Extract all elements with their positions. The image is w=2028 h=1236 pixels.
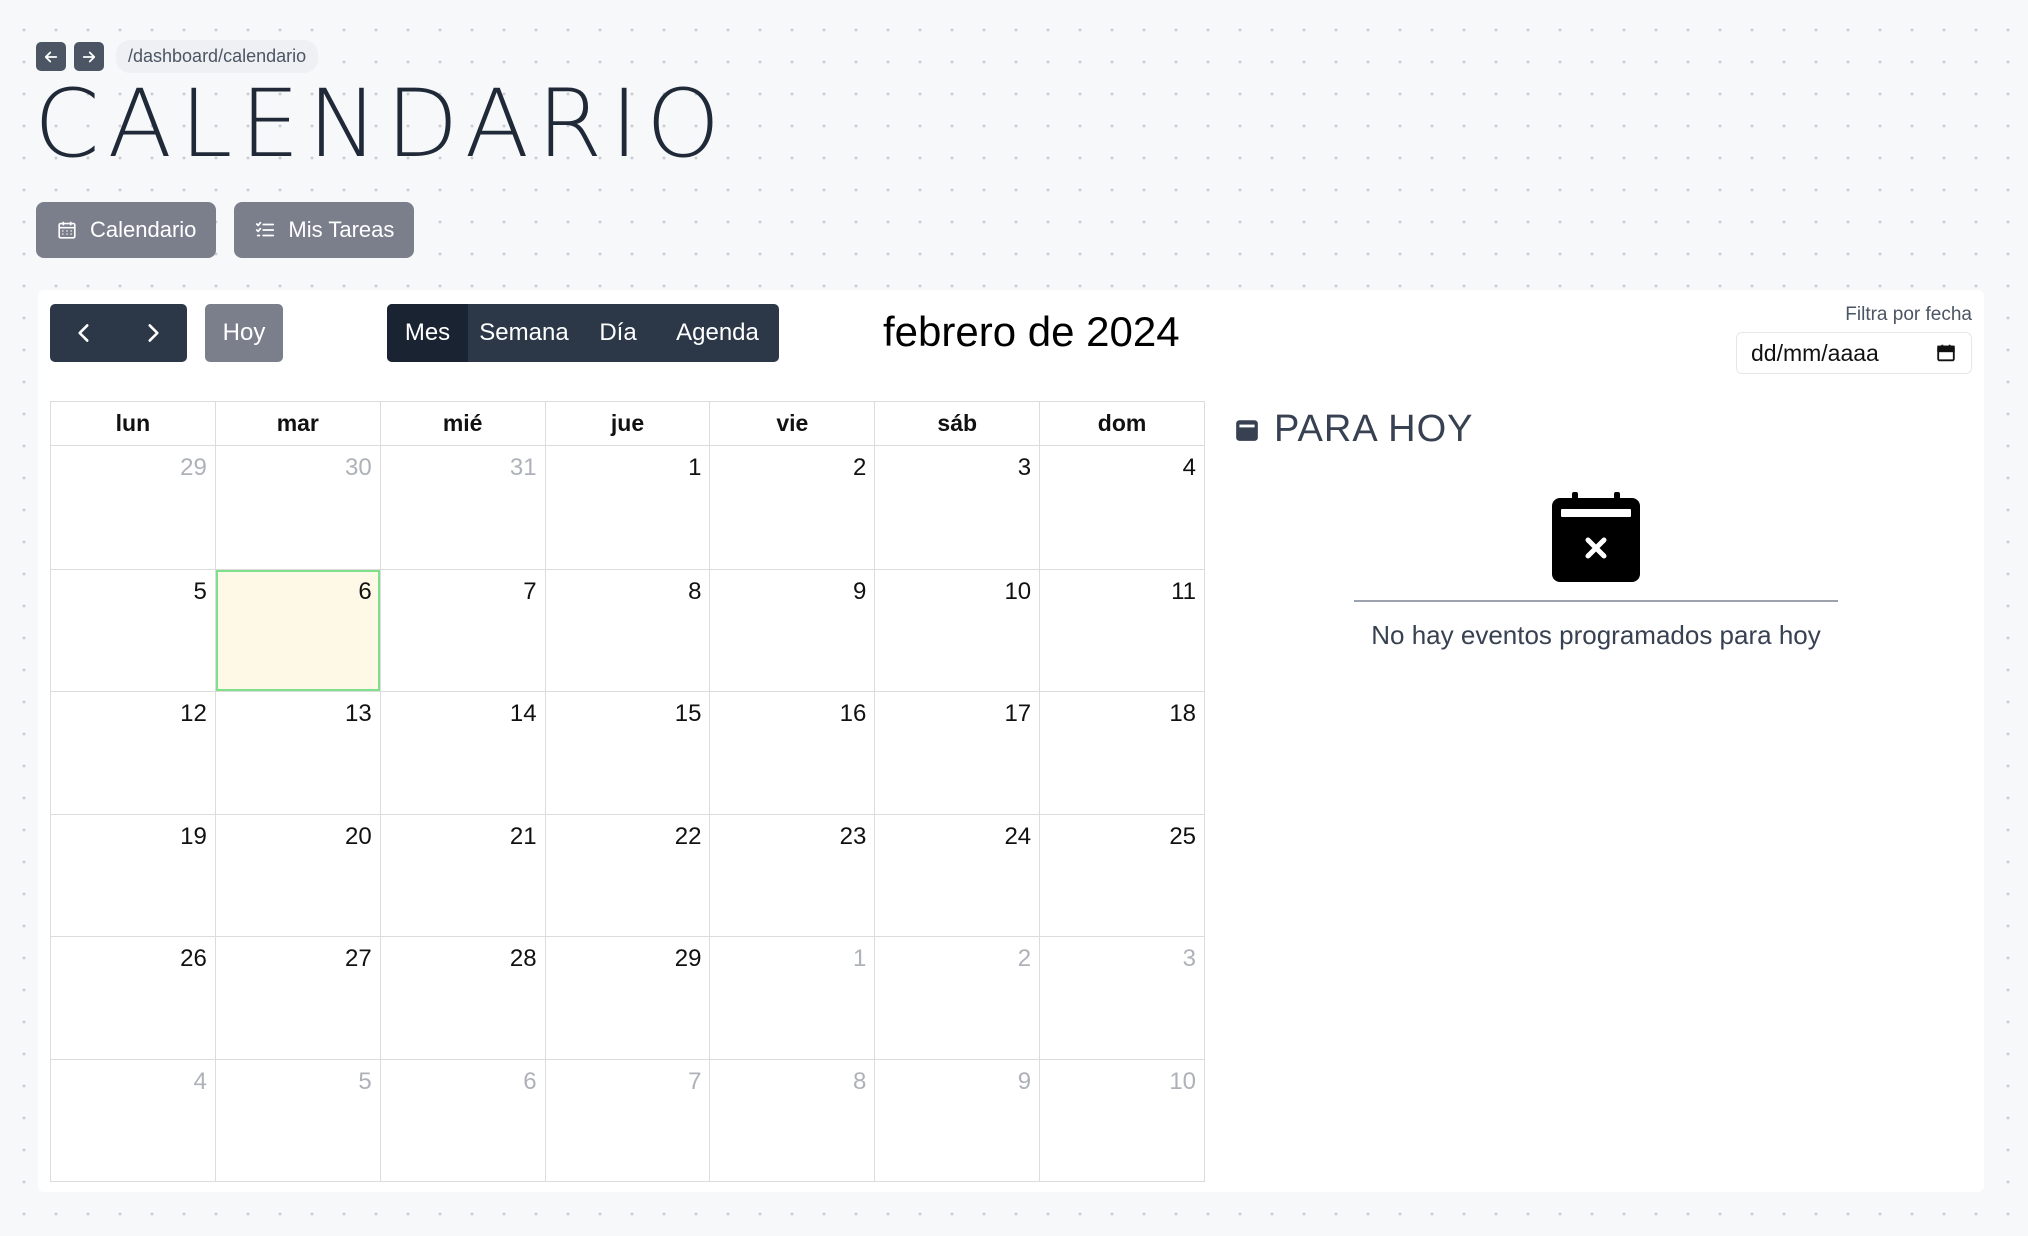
calendar-day-cell[interactable]: 3: [874, 446, 1039, 569]
tasks-tab-label: Mis Tareas: [288, 217, 395, 242]
date-filter-input[interactable]: dd/mm/aaaa: [1736, 332, 1972, 374]
calendar-day-cell[interactable]: 5: [51, 570, 215, 692]
calendar-day-cell[interactable]: 12: [51, 692, 215, 814]
view-week-button[interactable]: Semana: [468, 304, 580, 362]
weekday-label: sáb: [874, 402, 1039, 445]
calendar-day-cell[interactable]: 16: [709, 692, 874, 814]
calendar-day-cell-today[interactable]: 6: [214, 569, 380, 691]
calendar-day-cell[interactable]: 4: [1039, 446, 1204, 569]
calendar-tab-label: Calendario: [90, 217, 197, 242]
calendar-day-cell[interactable]: 27: [214, 937, 380, 1059]
calendar-day-cell[interactable]: 13: [214, 692, 380, 814]
breadcrumb: /dashboard/calendario: [116, 40, 319, 73]
date-filter: Filtra por fecha dd/mm/aaaa: [1736, 304, 1972, 374]
calendar-day-cell[interactable]: 17: [874, 692, 1039, 814]
tasks-tab-button[interactable]: Mis Tareas: [234, 202, 415, 258]
previous-month-button[interactable]: [50, 304, 119, 362]
calendar-day-cell[interactable]: 2: [874, 937, 1039, 1059]
calendar-week-row: 29 30 31 1 2 3 4: [51, 446, 1204, 569]
calendar-picker-icon[interactable]: [1935, 342, 1957, 364]
calendar-small-icon: [1236, 419, 1258, 441]
weekday-header: lun mar mié jue vie sáb dom: [51, 402, 1204, 446]
arrow-right-icon: [82, 51, 96, 62]
today-events-panel: PARA HOY No hay eventos programados para…: [1234, 408, 1838, 650]
calendar-day-cell[interactable]: 10: [1039, 1059, 1204, 1181]
checklist-icon: [256, 221, 275, 237]
calendar-day-cell[interactable]: 5: [214, 1059, 380, 1181]
calendar-day-cell[interactable]: 4: [51, 1060, 215, 1182]
calendar-week-row: 5 6 7 8 9 10 11: [51, 568, 1204, 692]
calendar-day-cell[interactable]: 19: [51, 815, 215, 937]
today-events-title: PARA HOY: [1234, 408, 1754, 451]
calendar-day-cell[interactable]: 23: [709, 814, 874, 936]
next-month-button[interactable]: [119, 304, 188, 362]
calendar-day-cell[interactable]: 20: [214, 814, 380, 936]
weekday-label: dom: [1039, 402, 1204, 445]
calendar-day-cell[interactable]: 7: [379, 569, 545, 691]
view-switcher: Mes Semana Día Agenda: [387, 304, 779, 362]
date-filter-placeholder: dd/mm/aaaa: [1751, 339, 1879, 366]
arrow-left-icon: [44, 51, 58, 62]
calendar-icon: [58, 221, 76, 239]
calendar-week-row: 19 20 21 22 23 24 25: [51, 813, 1204, 937]
calendar-day-cell[interactable]: 15: [544, 692, 710, 814]
calendar-tab-button[interactable]: Calendario: [36, 202, 217, 258]
calendar-day-cell[interactable]: 6: [379, 1059, 545, 1181]
calendar-day-cell[interactable]: 8: [544, 569, 710, 691]
weekday-label: mié: [379, 402, 545, 445]
calendar-day-cell[interactable]: 24: [874, 814, 1039, 936]
calendar-day-cell[interactable]: 9: [874, 1059, 1039, 1181]
month-navigation: [50, 304, 187, 362]
calendar-day-cell[interactable]: 14: [379, 692, 545, 814]
month-label: febrero de 2024: [883, 308, 1180, 355]
month-grid: lun mar mié jue vie sáb dom 29 30 31 1 2 3 4 5 6…: [50, 401, 1205, 1182]
calendar-day-cell[interactable]: 9: [709, 569, 874, 691]
calendar-week-row: 12 13 14 15 16 17 18: [51, 691, 1204, 814]
calendar-day-cell[interactable]: 2: [709, 446, 874, 569]
calendar-day-cell[interactable]: 11: [1039, 569, 1204, 691]
calendar-week-row: 4 5 6 7 8 9 10: [51, 1058, 1204, 1182]
today-events-title-text: PARA HOY: [1274, 408, 1474, 450]
view-day-button[interactable]: Día: [580, 304, 656, 362]
calendar-day-cell[interactable]: 8: [709, 1059, 874, 1181]
weekday-label: mar: [214, 402, 380, 445]
today-button[interactable]: Hoy: [205, 304, 283, 362]
calendar-x-icon: [1552, 492, 1640, 582]
page-tabs: Calendario Mis Tareas: [36, 202, 415, 258]
weekday-label: vie: [709, 402, 874, 445]
calendar-day-cell[interactable]: 29: [51, 446, 215, 569]
calendar-card: Hoy Mes Semana Día Agenda febrero de 202…: [38, 290, 1984, 1192]
calendar-day-cell[interactable]: 31: [379, 446, 545, 569]
view-agenda-button[interactable]: Agenda: [656, 304, 779, 362]
chevron-right-icon: [148, 324, 159, 342]
weekday-label: lun: [115, 410, 151, 436]
calendar-day-cell[interactable]: 3: [1039, 937, 1204, 1059]
divider: [1354, 600, 1838, 602]
calendar-day-cell[interactable]: 1: [709, 937, 874, 1059]
calendar-day-cell[interactable]: 1: [544, 446, 710, 569]
calendar-day-cell[interactable]: 7: [544, 1059, 710, 1181]
calendar-day-cell[interactable]: 18: [1039, 692, 1204, 814]
calendar-day-cell[interactable]: 10: [874, 569, 1039, 691]
forward-button[interactable]: [74, 42, 104, 71]
calendar-day-cell[interactable]: 26: [51, 937, 215, 1059]
top-nav: /dashboard/calendario: [36, 40, 319, 73]
calendar-day-cell[interactable]: 29: [544, 937, 710, 1059]
calendar-day-cell[interactable]: 21: [379, 814, 545, 936]
empty-state-message: No hay eventos programados para hoy: [1371, 620, 1821, 650]
calendar-day-cell[interactable]: 30: [214, 446, 380, 569]
calendar-week-row: 26 27 28 29 1 2 3: [51, 936, 1204, 1059]
page-title: CALENDARIO: [34, 70, 729, 179]
calendar-toolbar: Hoy Mes Semana Día Agenda febrero de 202…: [50, 304, 1250, 362]
calendar-day-cell[interactable]: 28: [379, 937, 545, 1059]
chevron-left-icon: [78, 324, 89, 342]
calendar-day-cell[interactable]: 22: [544, 814, 710, 936]
calendar-day-cell[interactable]: 25: [1039, 814, 1204, 936]
back-button[interactable]: [36, 42, 66, 71]
weekday-label: jue: [544, 402, 710, 445]
view-month-button[interactable]: Mes: [387, 304, 468, 362]
empty-state: No hay eventos programados para hoy: [1354, 492, 1838, 651]
date-filter-label: Filtra por fecha: [1845, 304, 1972, 325]
